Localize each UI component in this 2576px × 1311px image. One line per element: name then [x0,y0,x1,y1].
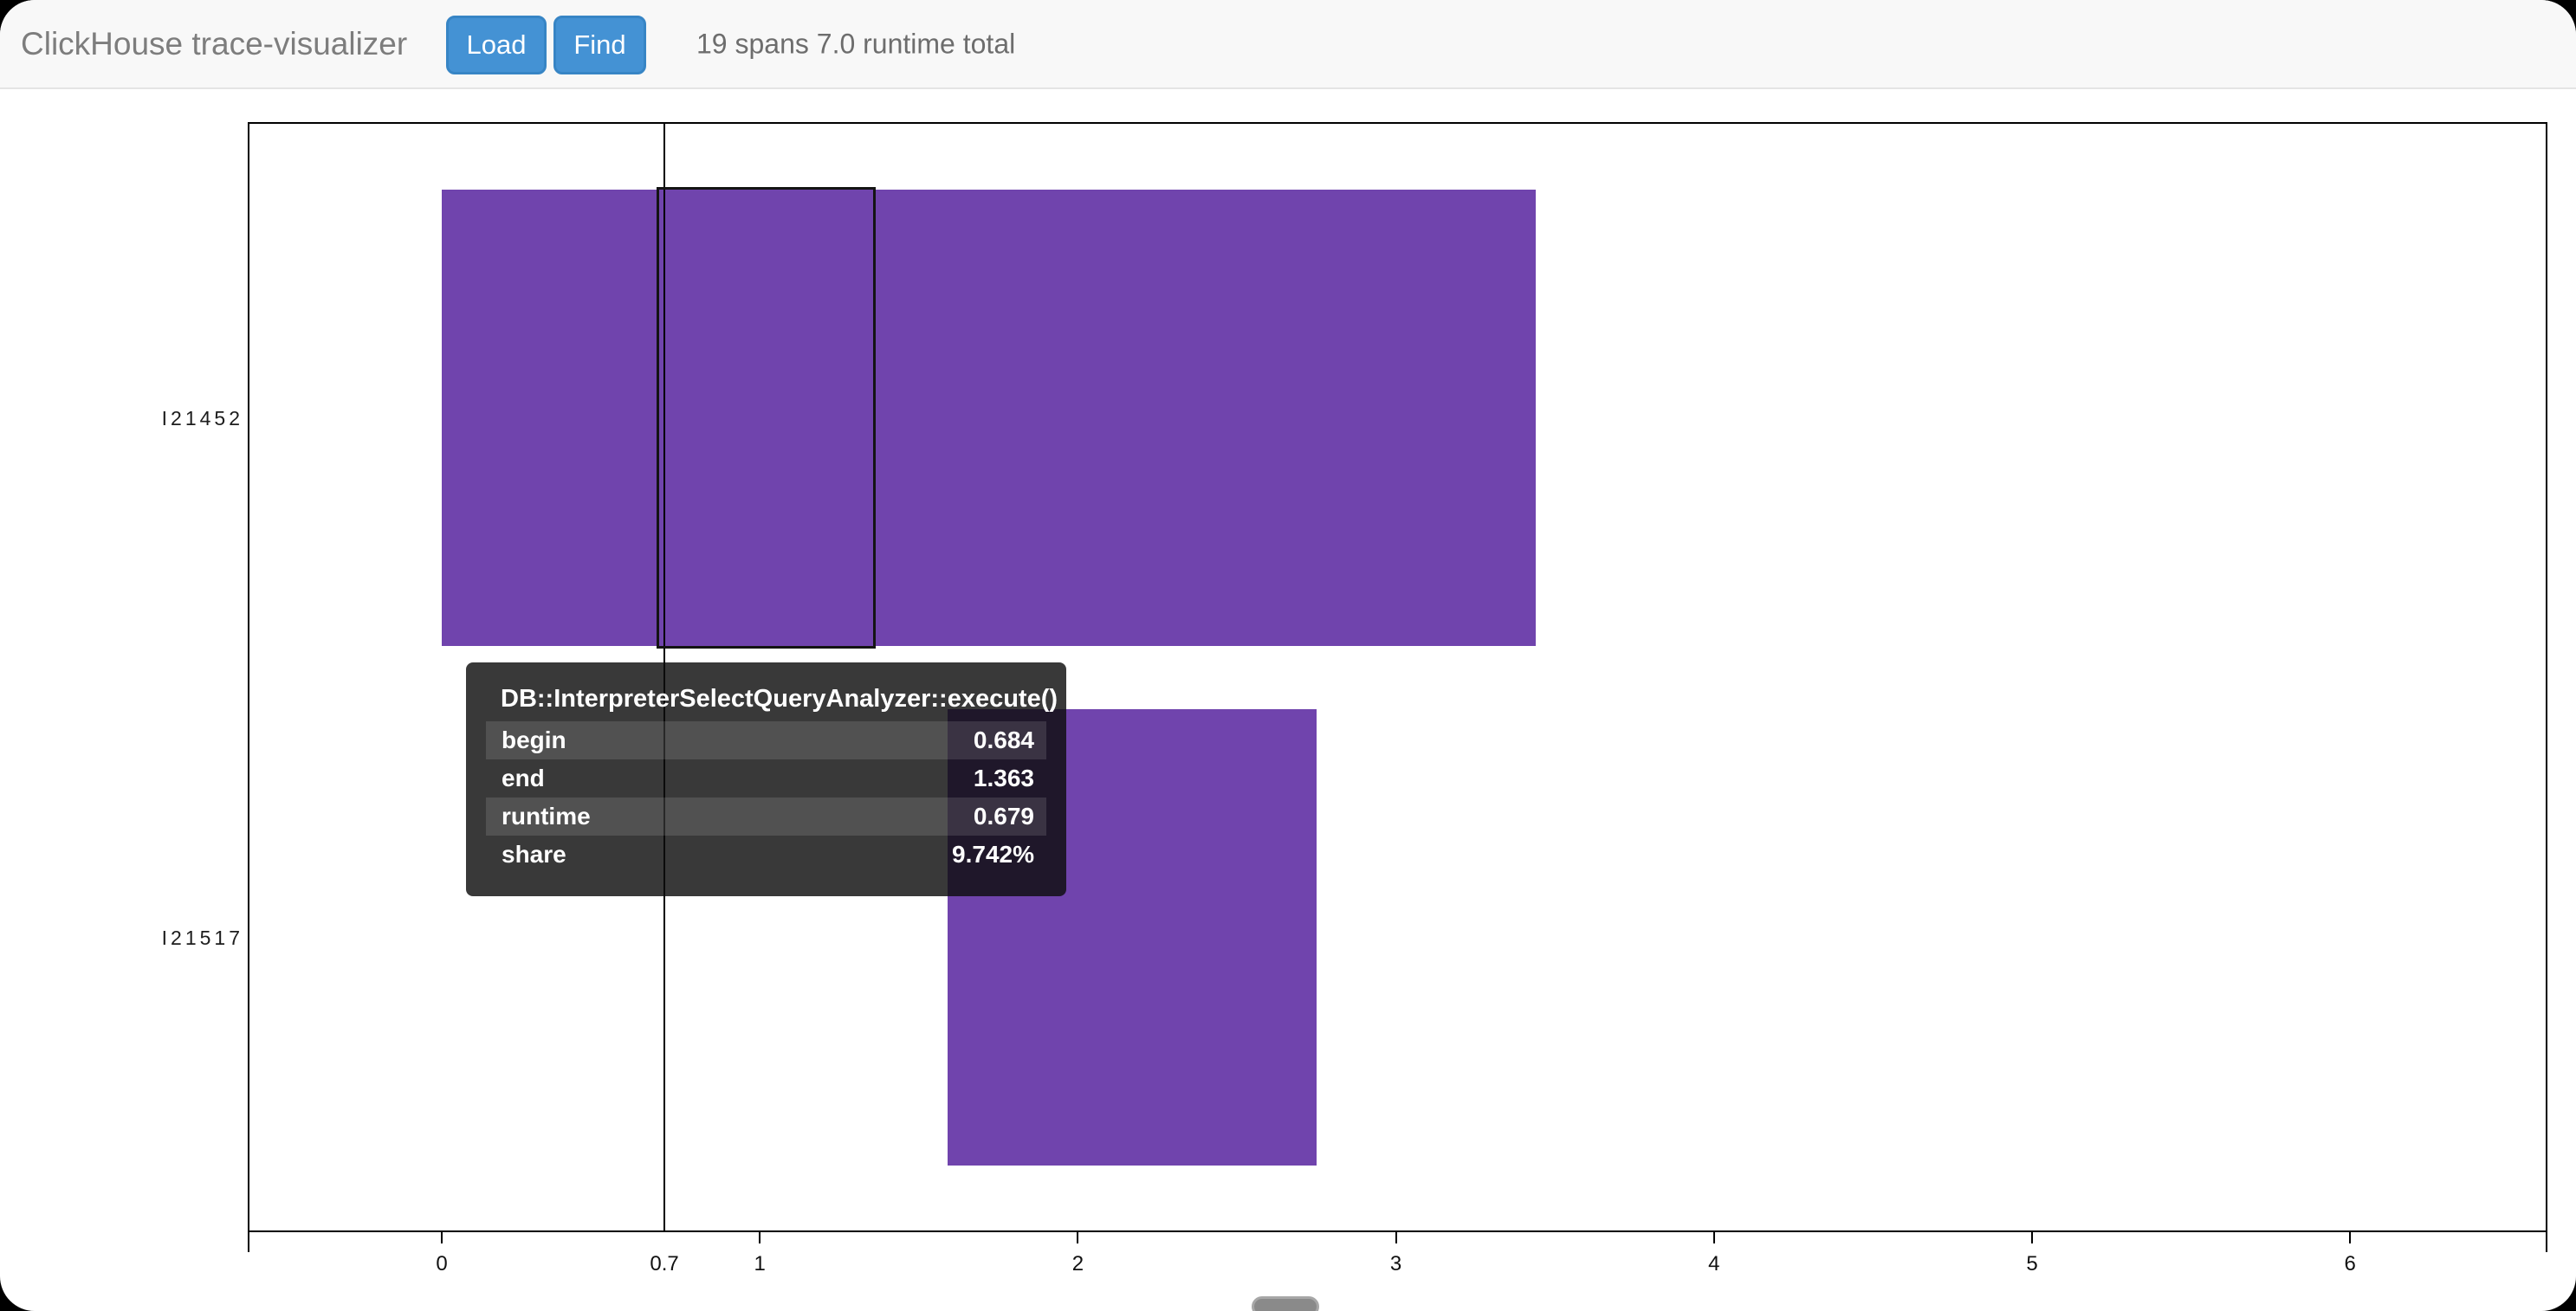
tooltip-row-begin: begin 0.684 [486,721,1046,759]
x-axis-tick-label: 0 [407,1252,476,1276]
cursor-tick-label: 0.7 [630,1252,699,1276]
tooltip-span-name: DB::InterpreterSelectQueryAnalyzer::exec… [501,685,1058,714]
x-axis-tick [2031,1231,2033,1243]
axis-outer-tick [248,1231,249,1252]
load-button[interactable]: Load [446,16,547,74]
tooltip-rows: begin 0.684 end 1.363 runtime 0.679 shar… [486,721,1046,874]
tooltip-row-end: end 1.363 [486,759,1046,798]
hovered-span-outline[interactable] [657,187,876,649]
tooltip-row-share: share 9.742% [486,836,1046,874]
x-axis-tick-label: 2 [1043,1252,1112,1276]
x-axis-tick-label: 5 [1997,1252,2067,1276]
tooltip-label: runtime [502,803,591,830]
x-axis-tick [441,1231,443,1243]
tooltip-value: 0.684 [974,727,1034,754]
x-axis-tick [2349,1231,2351,1243]
page-title: ClickHouse trace-visualizer [21,26,407,62]
y-axis-thread-label: I21452 [0,405,243,431]
app-window: ClickHouse trace-visualizer Load Find 19… [0,0,2576,1311]
tooltip-value: 0.679 [974,803,1034,830]
horizontal-scrollbar-thumb[interactable] [1252,1296,1319,1311]
x-axis-tick [759,1231,761,1243]
tooltip-label: share [502,841,566,869]
axis-outer-tick [2546,1231,2547,1252]
tooltip-label: end [502,765,545,792]
span-tooltip: DB::InterpreterSelectQueryAnalyzer::exec… [466,662,1066,896]
x-axis-tick-label: 6 [2315,1252,2385,1276]
app-header: ClickHouse trace-visualizer Load Find 19… [0,0,2576,89]
span-bar[interactable] [442,190,1536,646]
status-text: 19 spans 7.0 runtime total [696,28,1015,60]
x-axis-tick-label: 4 [1680,1252,1749,1276]
find-button[interactable]: Find [553,16,646,74]
y-axis-thread-label: I21517 [0,925,243,951]
tooltip-label: begin [502,727,566,754]
tooltip-row-runtime: runtime 0.679 [486,798,1046,836]
x-axis-tick [1395,1231,1397,1243]
trace-chart[interactable]: DB::InterpreterSelectQueryAnalyzer::exec… [0,0,2576,1311]
x-axis-tick [1077,1231,1078,1243]
tooltip-value: 1.363 [974,765,1034,792]
x-axis-tick-label: 3 [1362,1252,1431,1276]
x-axis-tick [1713,1231,1715,1243]
tooltip-value: 9.742% [952,841,1034,869]
x-axis-tick-label: 1 [725,1252,794,1276]
